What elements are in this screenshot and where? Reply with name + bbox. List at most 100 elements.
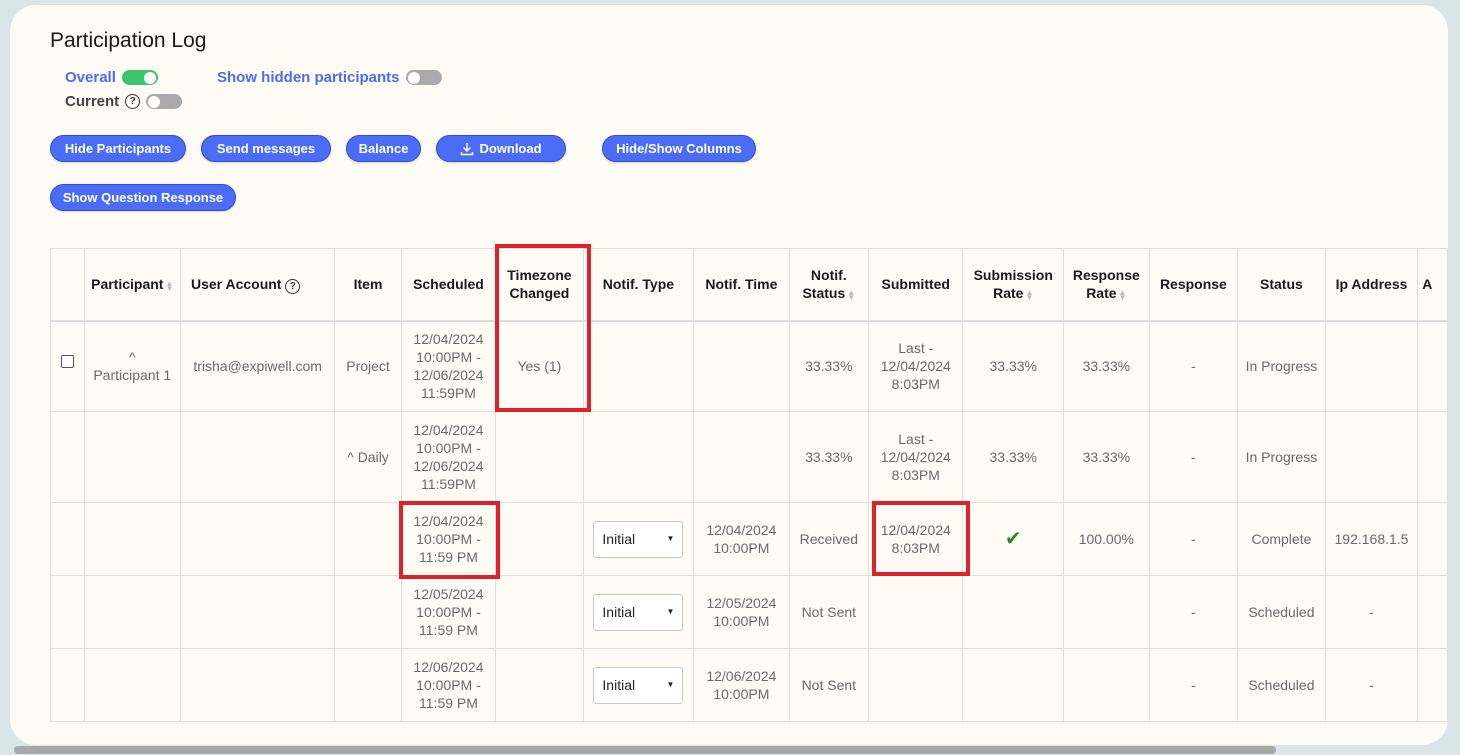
response-cell: -: [1148, 648, 1239, 722]
notif-status-cell: Not Sent: [788, 648, 870, 722]
download-label: Download: [479, 141, 542, 156]
notif-type-cell: [582, 320, 695, 412]
download-icon: [461, 142, 474, 155]
help-icon[interactable]: ?: [125, 94, 141, 109]
truncated-cell: [1417, 320, 1448, 412]
timezone-changed-cell: Yes (1): [495, 320, 584, 412]
balance-button[interactable]: Balance: [346, 135, 421, 162]
col-header-truncated: A: [1417, 248, 1448, 322]
scheduled-cell: 12/06/2024 10:00PM - 11:59 PM: [400, 648, 497, 722]
overall-label: Overall: [65, 69, 116, 86]
ip-address-cell: [1324, 320, 1419, 412]
checkmark-icon: ✔: [1004, 527, 1022, 550]
sort-icon[interactable]: ▲ ▼: [847, 288, 855, 301]
notif-time-cell: 12/06/2024 10:00PM: [693, 648, 790, 722]
help-icon[interactable]: ?: [285, 279, 301, 294]
download-button[interactable]: Download: [436, 135, 566, 162]
participant-cell[interactable]: ^ Participant 1: [83, 320, 181, 412]
col-header-status: Status: [1237, 248, 1326, 322]
col-header-submitted: Submitted: [868, 248, 964, 322]
table-row: ^ Daily 12/04/2024 10:00PM - 12/06/2024 …: [50, 411, 1448, 503]
notif-time-cell: 12/04/2024 10:00PM: [693, 502, 790, 576]
col-header-notif-type: Notif. Type: [582, 248, 695, 322]
row-checkbox-cell: [50, 320, 85, 412]
scheduled-cell: 12/04/2024 10:00PM - 12/06/2024 11:59PM: [400, 411, 497, 503]
response-rate-cell: 100.00%: [1063, 502, 1150, 576]
current-toggle-row: Current ?: [65, 93, 183, 110]
notif-type-select[interactable]: Initial ▼: [593, 666, 684, 704]
col-header-select: [50, 248, 85, 322]
horizontal-scrollbar[interactable]: [14, 746, 1276, 754]
notif-type-select[interactable]: Initial ▼: [593, 593, 684, 631]
caret-down-icon: ▼: [666, 607, 675, 616]
show-hidden-toggle-row: Show hidden participants: [217, 69, 442, 86]
table-row: 12/06/2024 10:00PM - 11:59 PM Initial ▼ 1…: [50, 648, 1448, 722]
col-header-response: Response: [1148, 248, 1239, 322]
notif-type-cell: Initial ▼: [582, 575, 695, 649]
notif-status-cell: 33.33%: [788, 411, 870, 503]
notif-status-cell: 33.33%: [788, 320, 870, 412]
table-row: ^ Participant 1 trisha@expiwell.com Proje…: [50, 320, 1448, 412]
show-hidden-label: Show hidden participants: [217, 69, 400, 86]
col-header-notif-status[interactable]: Notif. Status ▲ ▼: [788, 248, 870, 322]
response-rate-cell: 33.33%: [1063, 320, 1150, 412]
table-header-row: Participant ▲ ▼ User Account ? Item Schedu…: [50, 248, 1448, 322]
notif-type-select[interactable]: Initial ▼: [593, 520, 684, 558]
scheduled-cell: 12/05/2024 10:00PM - 11:59 PM: [400, 575, 497, 649]
col-header-participant[interactable]: Participant ▲ ▼: [83, 248, 181, 322]
chevron-up-icon[interactable]: ^: [89, 348, 176, 366]
col-header-item: Item: [334, 248, 402, 322]
col-header-response-rate[interactable]: Response Rate ▲ ▼: [1063, 248, 1150, 322]
user-account-cell: trisha@expiwell.com: [179, 320, 336, 412]
status-cell: In Progress: [1237, 320, 1326, 412]
caret-down-icon: ▼: [666, 680, 675, 689]
current-label: Current: [65, 93, 120, 110]
sort-icon[interactable]: ▲ ▼: [165, 279, 173, 292]
status-cell: In Progress: [1237, 411, 1326, 503]
response-cell: -: [1148, 411, 1239, 503]
current-toggle[interactable]: [146, 94, 183, 109]
participation-table: Participant ▲ ▼ User Account ? Item Schedu…: [50, 248, 1448, 722]
sort-icon[interactable]: ▲ ▼: [1025, 288, 1033, 301]
status-cell: Scheduled: [1237, 648, 1326, 722]
status-cell: Complete: [1237, 502, 1326, 576]
scheduled-cell: 12/04/2024 10:00PM - 12/06/2024 11:59PM: [400, 320, 497, 412]
show-hidden-toggle[interactable]: [405, 70, 442, 85]
submitted-cell: 12/04/2024 8:03PM: [868, 502, 964, 576]
sort-icon[interactable]: ▲ ▼: [1119, 288, 1127, 301]
item-cell[interactable]: ^ Daily: [334, 411, 402, 503]
col-header-timezone-changed: Timezone Changed: [495, 248, 584, 322]
scheduled-cell: 12/04/2024 10:00PM - 11:59 PM: [400, 502, 497, 576]
chevron-up-icon[interactable]: ^: [347, 449, 354, 465]
submission-rate-cell: 33.33%: [962, 320, 1065, 412]
notif-time-cell: [693, 320, 790, 412]
caret-down-icon: ▼: [666, 534, 675, 543]
col-header-scheduled: Scheduled: [400, 248, 497, 322]
overall-toggle-row: Overall: [65, 69, 158, 86]
notif-type-cell: Initial ▼: [582, 648, 695, 722]
page-title: Participation Log: [50, 29, 207, 52]
participation-log-card: Participation Log Overall Current ? Show…: [10, 5, 1448, 745]
col-header-submission-rate[interactable]: Submission Rate ▲ ▼: [962, 248, 1065, 322]
submission-rate-cell: 33.33%: [962, 411, 1065, 503]
response-cell: -: [1148, 575, 1239, 649]
send-messages-button[interactable]: Send messages: [201, 135, 331, 162]
col-header-ip-address: Ip Address: [1324, 248, 1419, 322]
overall-toggle[interactable]: [121, 70, 158, 85]
submitted-cell: Last - 12/04/2024 8:03PM: [868, 411, 964, 503]
response-cell: -: [1148, 320, 1239, 412]
status-cell: Scheduled: [1237, 575, 1326, 649]
table-row: 12/05/2024 10:00PM - 11:59 PM Initial ▼ 1…: [50, 575, 1448, 649]
notif-status-cell: Received: [788, 502, 870, 576]
table-row: 12/04/2024 10:00PM - 11:59 PM Initial ▼ 1…: [50, 502, 1448, 576]
response-cell: -: [1148, 502, 1239, 576]
ip-address-cell: -: [1324, 648, 1419, 722]
col-header-user-account: User Account ?: [179, 248, 336, 322]
notif-status-cell: Not Sent: [788, 575, 870, 649]
row-checkbox[interactable]: [60, 354, 74, 368]
show-question-response-button[interactable]: Show Question Response: [50, 184, 236, 211]
ip-address-cell: 192.168.1.5: [1324, 502, 1419, 576]
hide-show-columns-button[interactable]: Hide/Show Columns: [602, 135, 756, 162]
hide-participants-button[interactable]: Hide Participants: [50, 135, 186, 162]
notif-time-cell: 12/05/2024 10:00PM: [693, 575, 790, 649]
